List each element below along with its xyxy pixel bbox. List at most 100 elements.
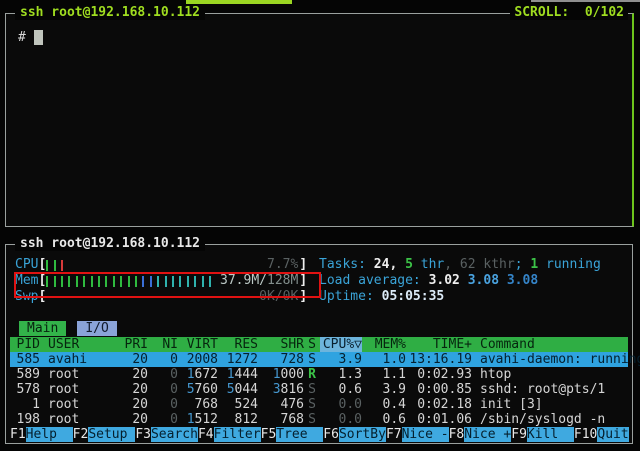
cell-ni: 0 [148, 352, 178, 367]
cell-virt: 5760 [178, 382, 218, 397]
bottom-ssh-pane[interactable]: ssh root@192.168.10.112 CPU[7.7%]Mem[37.… [5, 244, 633, 444]
process-row[interactable]: 1root200768524476S0.00.40:02.18init [3] [10, 397, 628, 412]
cell-time: 13:16.19 [406, 352, 472, 367]
uptime-line: Uptime: 05:05:35 [319, 289, 444, 305]
shell-prompt[interactable]: # [18, 30, 43, 45]
fkey-f10[interactable]: F10Quit [574, 427, 629, 442]
process-row[interactable]: 585avahi20020081272728S3.91.013:16.19ava… [10, 352, 628, 367]
meter-bar [128, 276, 130, 287]
meter-bar [202, 276, 204, 287]
meter-bar [61, 260, 63, 271]
top-ssh-pane[interactable]: ssh root@192.168.10.112 SCROLL: 0/102 # [5, 13, 634, 227]
column-header-shr[interactable]: SHR [258, 337, 304, 352]
meter-bar [165, 276, 167, 287]
process-row[interactable]: 198root2001512812768S0.00.60:01.06/sbin/… [10, 412, 628, 427]
cell-res: 1444 [218, 367, 258, 382]
cell-command: htop [472, 367, 511, 382]
cell-s: S [304, 382, 320, 397]
fkey-f8[interactable]: F8Nice + [449, 427, 512, 442]
cell-virt: 2008 [178, 352, 218, 367]
fkey-f5[interactable]: F5Tree [261, 427, 324, 442]
meter-bar [157, 276, 159, 287]
meter-bar [91, 276, 93, 287]
meter-bar [150, 276, 152, 287]
cell-time: 0:01.06 [406, 412, 472, 427]
cell-pri: 20 [120, 367, 148, 382]
cell-s: S [304, 352, 320, 367]
cell-mem: 0.4 [362, 397, 406, 412]
cell-mem: 0.6 [362, 412, 406, 427]
fkey-f9[interactable]: F9Kill [511, 427, 574, 442]
fkey-f4[interactable]: F4Filter [198, 427, 261, 442]
cell-ni: 0 [148, 412, 178, 427]
cell-ni: 0 [148, 367, 178, 382]
meter-bar [194, 276, 196, 287]
column-header-time[interactable]: TIME+ [406, 337, 472, 352]
process-row[interactable]: 578root200576050443816S0.63.90:00.85sshd… [10, 382, 628, 397]
cell-cpu: 0.0 [320, 397, 362, 412]
meter-bar [172, 276, 174, 287]
meter-bar [179, 276, 181, 287]
column-header-s[interactable]: S [304, 337, 320, 352]
column-header-user[interactable]: USER [40, 337, 120, 352]
cell-pri: 20 [120, 352, 148, 367]
column-header-pri[interactable]: PRI [120, 337, 148, 352]
cell-user: root [40, 397, 120, 412]
column-header-res[interactable]: RES [218, 337, 258, 352]
cell-pri: 20 [120, 397, 148, 412]
cell-shr: 1000 [258, 367, 304, 382]
meter-bar [61, 276, 63, 287]
cell-mem: 1.0 [362, 352, 406, 367]
cell-pid: 585 [14, 352, 40, 367]
fkey-f3[interactable]: F3Search [135, 427, 198, 442]
load-average-line: Load average: 3.02 3.08 3.08 [319, 273, 538, 289]
tab-io[interactable]: I/O [77, 321, 116, 336]
column-header-cpu[interactable]: CPU%▽ [320, 337, 362, 352]
cell-ni: 0 [148, 382, 178, 397]
cell-shr: 728 [258, 352, 304, 367]
fkey-f6[interactable]: F6SortBy [323, 427, 386, 442]
meter-bar [83, 276, 85, 287]
column-header-command[interactable]: Command [472, 337, 535, 352]
top-decoration-gray-bar [531, 0, 640, 2]
cell-pid: 198 [14, 412, 40, 427]
meter-bar [54, 276, 56, 287]
cell-s: S [304, 397, 320, 412]
fkey-f2[interactable]: F2Setup [73, 427, 136, 442]
top-pane-title: ssh root@192.168.10.112 [15, 5, 205, 20]
function-key-bar: F1HelpF2SetupF3SearchF4FilterF5TreeF6Sor… [10, 427, 628, 442]
swp-meter: Swp[0K/0K] [15, 289, 307, 305]
column-header-pid[interactable]: PID [14, 337, 40, 352]
fkey-f7[interactable]: F7Nice - [386, 427, 449, 442]
cell-command: sshd: root@pts/1 [472, 382, 605, 397]
cell-pri: 20 [120, 412, 148, 427]
cell-cpu: 0.0 [320, 412, 362, 427]
meter-bar [54, 260, 56, 271]
top-decoration-green-bar [186, 0, 292, 4]
cell-time: 0:00.85 [406, 382, 472, 397]
swp-meter-bars: 0K/0K [46, 289, 299, 305]
mem-meter: Mem[37.9M/128M] [15, 273, 307, 289]
fkey-f1[interactable]: F1Help [10, 427, 73, 442]
process-row[interactable]: 589root200167214441000R1.31.10:02.93htop [10, 367, 628, 382]
cpu-meter-bars: 7.7% [46, 257, 299, 273]
prompt-character: # [18, 30, 26, 45]
tab-main[interactable]: Main [19, 321, 66, 336]
column-header-virt[interactable]: VIRT [178, 337, 218, 352]
meter-bar [46, 276, 48, 287]
cpu-meter-value: 7.7% [267, 257, 298, 273]
cell-res: 812 [218, 412, 258, 427]
column-header-mem[interactable]: MEM% [362, 337, 406, 352]
cell-command: avahi-daemon: running [472, 352, 640, 367]
scroll-indicator: SCROLL: 0/102 [510, 5, 628, 20]
meter-bar [68, 276, 70, 287]
cell-s: S [304, 412, 320, 427]
cell-cpu: 3.9 [320, 352, 362, 367]
cell-command: init [3] [472, 397, 543, 412]
meter-bar [187, 276, 189, 287]
table-header-row: PIDUSERPRINIVIRTRESSHRSCPU%▽MEM%TIME+Com… [10, 337, 628, 352]
meter-bar [105, 276, 107, 287]
column-header-ni[interactable]: NI [148, 337, 178, 352]
swp-meter-value: 0K/0K [259, 289, 298, 305]
cell-mem: 1.1 [362, 367, 406, 382]
